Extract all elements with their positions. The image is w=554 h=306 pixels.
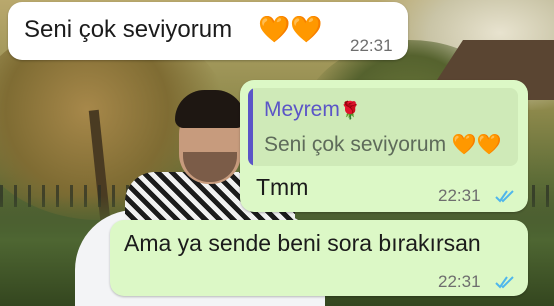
rose-emoji: 🌹 bbox=[339, 101, 362, 120]
double-check-icon bbox=[495, 276, 514, 289]
message-time: 22:31 bbox=[438, 186, 481, 205]
outgoing-reply-bubble[interactable]: Meyrem🌹 Seni çok seviyorum 🧡🧡 Tmm 22:31 bbox=[240, 80, 528, 212]
double-check-icon bbox=[495, 190, 514, 203]
message-text: Seni çok seviyorum bbox=[24, 16, 233, 43]
message-text: Tmm bbox=[256, 174, 309, 200]
message-text: Ama ya sende beni sora bırakırsan bbox=[124, 230, 481, 256]
quoted-message[interactable]: Meyrem🌹 Seni çok seviyorum 🧡🧡 bbox=[248, 88, 518, 166]
message-time: 22:31 bbox=[438, 272, 481, 291]
heart-emoji: 🧡🧡 bbox=[258, 14, 323, 44]
message-time: 22:31 bbox=[350, 36, 393, 55]
outgoing-message-bubble[interactable]: Ama ya sende beni sora bırakırsan 22:31 bbox=[110, 220, 528, 296]
heart-emoji: 🧡🧡 bbox=[451, 134, 502, 156]
quoted-sender-name: Meyrem🌹 bbox=[264, 98, 362, 121]
incoming-message-bubble[interactable]: Seni çok seviyorum 🧡🧡 22:31 bbox=[8, 2, 408, 60]
quote-accent-bar bbox=[248, 88, 253, 166]
quoted-text: Seni çok seviyorum 🧡🧡 bbox=[264, 133, 502, 156]
